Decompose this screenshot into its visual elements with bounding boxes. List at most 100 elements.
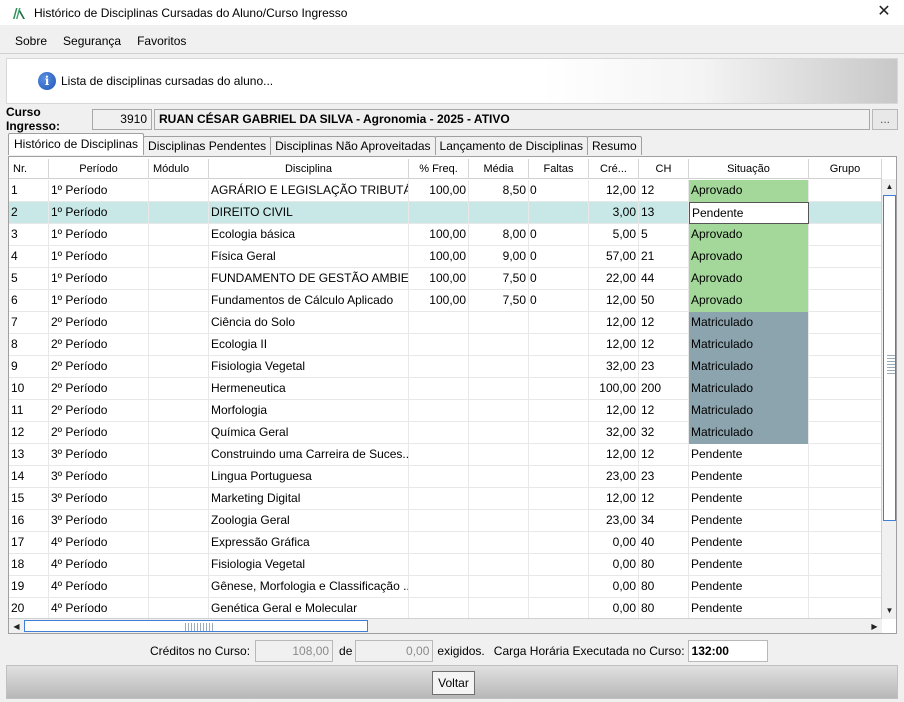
cell-ch: 44 [639, 268, 689, 290]
cell-media [469, 554, 529, 576]
scroll-down-icon[interactable]: ▼ [882, 603, 897, 619]
cell-disciplina: Lingua Portuguesa [209, 466, 409, 488]
info-text: Lista de disciplinas cursadas do aluno..… [61, 74, 274, 88]
tab-lancamento[interactable]: Lançamento de Disciplinas [434, 136, 588, 155]
table-row[interactable]: 6 1º Período Fundamentos de Cálculo Aplica… [9, 290, 882, 312]
cell-nr: 19 [9, 576, 49, 598]
column-header-grupo[interactable]: Grupo [809, 159, 882, 178]
table-row[interactable]: 9 2º Período Fisiologia Vegetal 32,00 23 Matr… [9, 356, 882, 378]
column-header-situacao[interactable]: Situação [689, 159, 809, 178]
cell-media: 7,50 [469, 290, 529, 312]
tab-historico[interactable]: Histórico de Disciplinas [8, 133, 145, 155]
horizontal-scroll-thumb[interactable] [24, 620, 368, 632]
table-row[interactable]: 17 4º Período Expressão Gráfica 0,00 40 Pende… [9, 532, 882, 554]
cell-periodo: 3º Período [49, 510, 149, 532]
cell-grupo [809, 488, 882, 510]
cell-nr: 9 [9, 356, 49, 378]
cell-situacao: Matriculado [689, 356, 809, 378]
table-row[interactable]: 7 2º Período Ciência do Solo 12,00 12 Matricu… [9, 312, 882, 334]
table-row[interactable]: 3 1º Período Ecologia básica 100,00 8,00 0 5,0… [9, 224, 882, 246]
close-icon[interactable]: ✕ [874, 2, 894, 22]
cell-faltas [529, 334, 589, 356]
cell-periodo: 1º Período [49, 202, 149, 224]
cell-disciplina: Gênese, Morfologia e Classificação ... [209, 576, 409, 598]
table-row[interactable]: 5 1º Período FUNDAMENTO DE GESTÃO AMBIE...… [9, 268, 882, 290]
cell-situacao: Matriculado [689, 334, 809, 356]
cell-disciplina: Zoologia Geral [209, 510, 409, 532]
table-row[interactable]: 16 3º Período Zoologia Geral 23,00 34 Pendent… [9, 510, 882, 532]
scroll-up-icon[interactable]: ▲ [882, 179, 897, 195]
course-lookup-button[interactable]: ... [872, 108, 898, 130]
table-row[interactable]: 4 1º Período Física Geral 100,00 9,00 0 57,00 2… [9, 246, 882, 268]
table-row[interactable]: 14 3º Período Lingua Portuguesa 23,00 23 Pend… [9, 466, 882, 488]
tab-nao-aproveitadas[interactable]: Disciplinas Não Aproveitadas [270, 136, 436, 155]
vertical-scroll-thumb[interactable] [883, 195, 896, 521]
cell-disciplina: Genética Geral e Molecular [209, 598, 409, 618]
scroll-left-icon[interactable]: ◀ [9, 619, 24, 634]
cell-media [469, 356, 529, 378]
back-button[interactable]: Voltar [432, 671, 475, 695]
cell-media: 8,00 [469, 224, 529, 246]
horizontal-scrollbar[interactable]: ◀ ▶ [9, 618, 882, 633]
column-header-nr[interactable]: Nr. [9, 159, 49, 178]
cell-modulo [149, 378, 209, 400]
vertical-scrollbar[interactable]: ▲ ▼ [881, 179, 896, 619]
cell-grupo [809, 532, 882, 554]
tab-resumo[interactable]: Resumo [586, 136, 642, 155]
cell-faltas [529, 312, 589, 334]
cell-ch: 50 [639, 290, 689, 312]
cell-modulo [149, 290, 209, 312]
cell-ch: 12 [639, 312, 689, 334]
tab-pendentes[interactable]: Disciplinas Pendentes [143, 136, 272, 155]
menu-favoritos[interactable]: Favoritos [129, 34, 194, 48]
cell-ch: 21 [639, 246, 689, 268]
cell-grupo [809, 312, 882, 334]
cell-situacao: Pendente [689, 466, 809, 488]
cell-periodo: 4º Período [49, 532, 149, 554]
cell-situacao: Pendente [689, 444, 809, 466]
menu-sobre[interactable]: Sobre [7, 34, 55, 48]
cell-creditos: 12,00 [589, 400, 639, 422]
column-header-faltas[interactable]: Faltas [529, 159, 589, 178]
column-header-disciplina[interactable]: Disciplina [209, 159, 409, 178]
table-row[interactable]: 20 4º Período Genética Geral e Molecular 0,… [9, 598, 882, 618]
menu-seguranca[interactable]: Segurança [55, 34, 129, 48]
cell-modulo [149, 180, 209, 202]
column-header-freq[interactable]: % Freq. [409, 159, 469, 178]
table-row[interactable]: 2 1º Período DIREITO CIVIL 3,00 13 Pendente [9, 202, 882, 224]
table-row[interactable]: 13 3º Período Construindo uma Carreira de … [9, 444, 882, 466]
scroll-right-icon[interactable]: ▶ [867, 619, 882, 634]
cell-freq [409, 598, 469, 618]
cell-creditos: 22,00 [589, 268, 639, 290]
column-header-creditos[interactable]: Cré... [589, 159, 639, 178]
table-row[interactable]: 18 4º Período Fisiologia Vegetal 0,00 80 Pend… [9, 554, 882, 576]
table-row[interactable]: 19 4º Período Gênese, Morfologia e Classif… [9, 576, 882, 598]
column-header-ch[interactable]: CH [639, 159, 689, 178]
cell-periodo: 1º Período [49, 290, 149, 312]
table-row[interactable]: 10 2º Período Hermeneutica 100,00 200 Matricu… [9, 378, 882, 400]
cell-situacao: Matriculado [689, 378, 809, 400]
table-row[interactable]: 11º Período AGRÁRIO E LEGISLAÇÃO TRIBUTÁR… [9, 180, 882, 202]
column-header-media[interactable]: Média [469, 159, 529, 178]
info-banner: i Lista de disciplinas cursadas do aluno… [6, 58, 898, 104]
cell-creditos: 32,00 [589, 422, 639, 444]
cell-periodo: 2º Período [49, 356, 149, 378]
cell-freq [409, 510, 469, 532]
column-header-modulo[interactable]: Módulo [149, 159, 209, 178]
window-title: Histórico de Disciplinas Cursadas do Alu… [34, 5, 348, 20]
cell-ch: 200 [639, 378, 689, 400]
cell-modulo [149, 598, 209, 618]
table-row[interactable]: 8 2º Período Ecologia II 12,00 12 Matriculado [9, 334, 882, 356]
cell-freq: 100,00 [409, 180, 469, 202]
cell-periodo: 2º Período [49, 312, 149, 334]
table-row[interactable]: 15 3º Período Marketing Digital 12,00 12 Pend… [9, 488, 882, 510]
cell-disciplina: Química Geral [209, 422, 409, 444]
column-header-periodo[interactable]: Período [49, 159, 149, 178]
table-row[interactable]: 12 2º Período Química Geral 32,00 32 Matricul… [9, 422, 882, 444]
cell-disciplina: AGRÁRIO E LEGISLAÇÃO TRIBUTÁRIA [209, 180, 409, 202]
table-row[interactable]: 11 2º Período Morfologia 12,00 12 Matriculado [9, 400, 882, 422]
cell-creditos: 0,00 [589, 598, 639, 618]
course-code-field[interactable]: 3910 [92, 108, 152, 130]
cell-freq [409, 334, 469, 356]
exigidos-field: 0,00 [355, 640, 434, 662]
